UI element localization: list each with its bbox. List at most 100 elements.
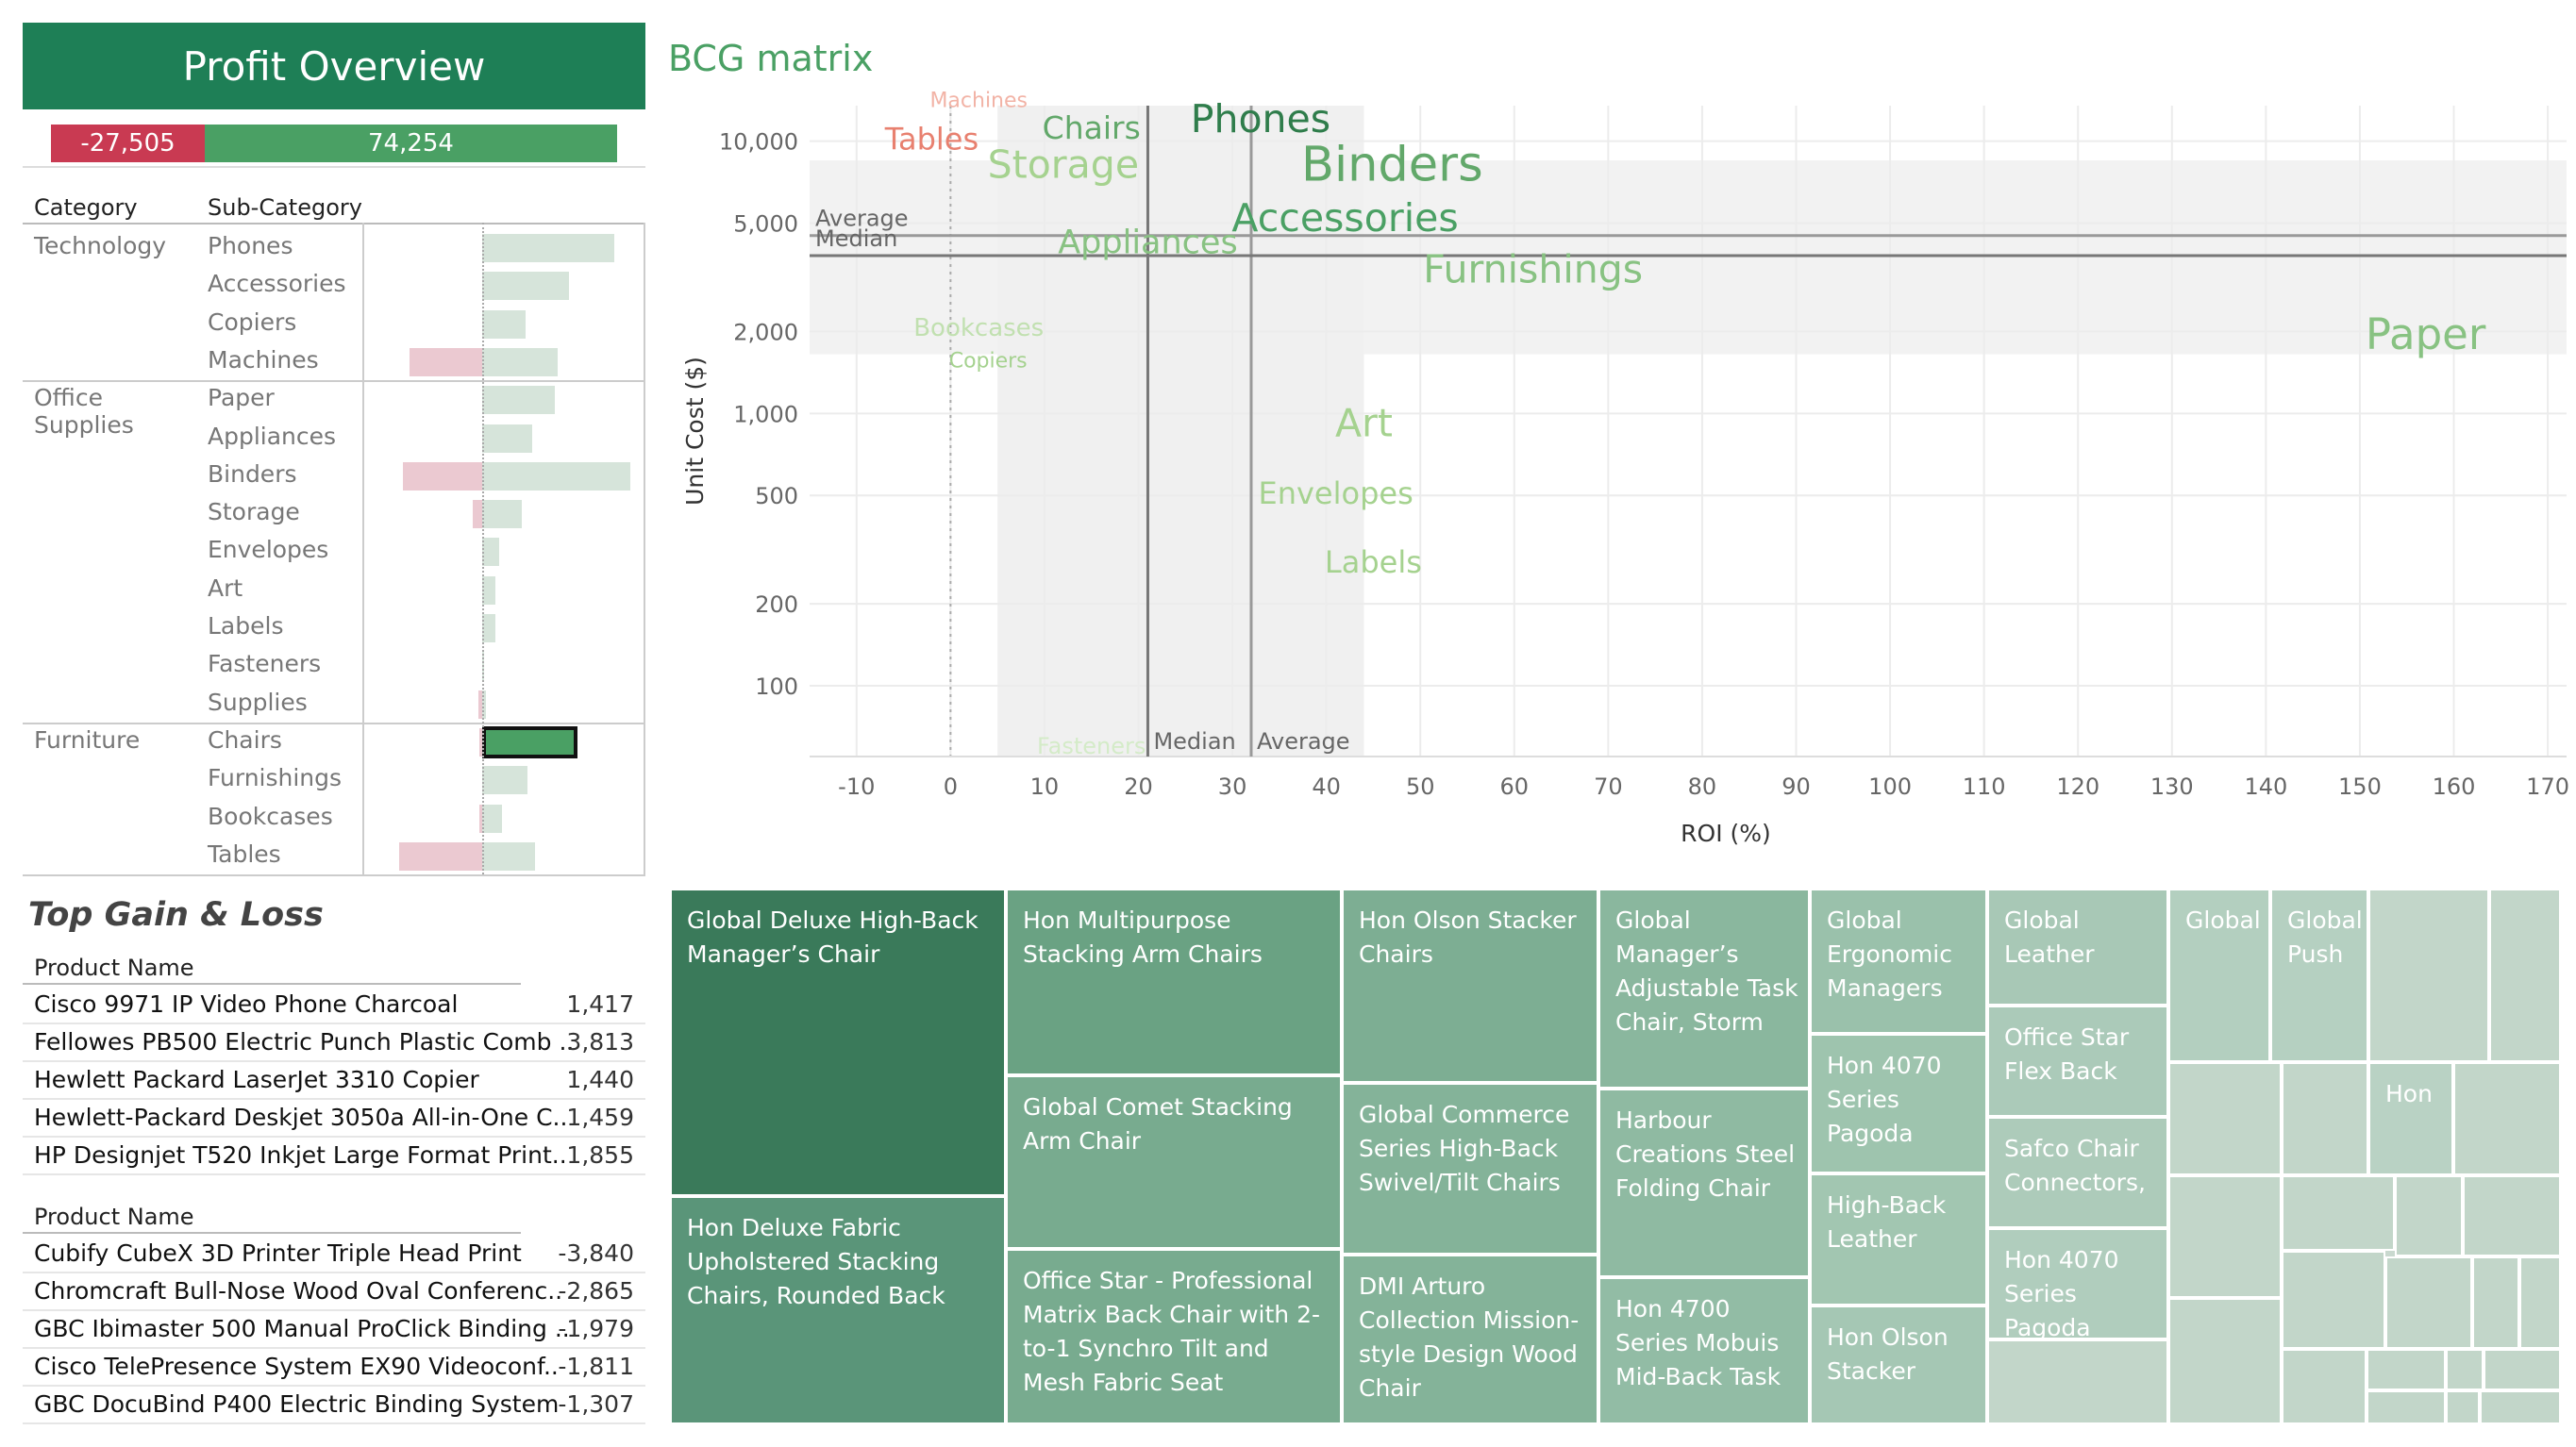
subcategory-label[interactable]: Accessories (208, 270, 346, 297)
treemap-cell[interactable]: Office Star Flex Back (1987, 1006, 2168, 1117)
gain-row[interactable]: Hewlett-Packard Deskjet 3050a All-in-One… (23, 1100, 645, 1138)
treemap-cell[interactable] (2519, 1256, 2561, 1349)
treemap-cell[interactable]: Global Push (2270, 889, 2368, 1062)
total-loss-bar[interactable]: -27,505 (51, 125, 205, 162)
scatter-point-label[interactable]: Labels (1325, 544, 1422, 580)
scatter-point-label[interactable]: Storage (988, 142, 1139, 188)
treemap-cell[interactable]: Global (2168, 889, 2270, 1062)
scatter-point-label[interactable]: Chairs (1043, 109, 1141, 146)
treemap-cell[interactable] (2395, 1175, 2463, 1256)
scatter-point-label[interactable]: Phones (1191, 96, 1330, 141)
treemap-cell[interactable] (2484, 1349, 2561, 1390)
treemap-cell[interactable]: High-Back Leather (1810, 1173, 1987, 1306)
scatter-point-label[interactable]: Copiers (949, 349, 1028, 373)
scatter-point-label[interactable]: Art (1335, 401, 1393, 446)
gain-row[interactable]: Hewlett Packard LaserJet 3310 Copier 1,44… (23, 1062, 645, 1100)
profit-bar[interactable] (482, 500, 522, 529)
treemap-cell[interactable] (2446, 1390, 2480, 1424)
scatter-point-label[interactable]: Tables (884, 122, 979, 158)
profit-bar[interactable] (482, 424, 533, 453)
total-gain-bar[interactable]: 74,254 (205, 125, 617, 162)
loss-row[interactable]: Cisco TelePresence System EX90 Videoconf… (23, 1349, 645, 1387)
subcategory-label[interactable]: Storage (208, 498, 300, 525)
treemap-cell[interactable]: Office Star - Professional Matrix Back C… (1006, 1249, 1342, 1424)
treemap-cell[interactable]: Hon Olson Stacker Chairs (1342, 889, 1598, 1083)
subcategory-label[interactable]: Supplies (208, 689, 308, 716)
subcategory-label[interactable]: Binders (208, 460, 297, 488)
subcategory-label[interactable]: Copiers (208, 308, 296, 336)
treemap-cell[interactable] (2385, 1256, 2472, 1349)
category-label[interactable]: Office Supplies (34, 384, 134, 439)
gain-row[interactable]: HP Designjet T520 Inkjet Large Format Pr… (23, 1138, 645, 1175)
treemap-cell[interactable] (2472, 1256, 2519, 1349)
treemap-cell[interactable]: Hon Multipurpose Stacking Arm Chairs (1006, 889, 1342, 1075)
treemap-cell[interactable]: Hon Olson Stacker (1810, 1306, 1987, 1424)
treemap-cell[interactable] (2489, 889, 2561, 1062)
treemap-cell[interactable] (2168, 1175, 2282, 1298)
treemap-cell[interactable]: Hon 4070 Series Pagoda (1987, 1228, 2168, 1339)
treemap-cell[interactable] (2368, 889, 2489, 1062)
scatter-point-label[interactable]: Fasteners (1037, 733, 1146, 759)
loss-bar[interactable] (403, 461, 482, 491)
subcategory-label[interactable]: Chairs (208, 726, 282, 754)
treemap-cell[interactable] (1987, 1339, 2168, 1424)
treemap-cell[interactable]: Global Leather (1987, 889, 2168, 1006)
subcategory-label[interactable]: Envelopes (208, 536, 328, 563)
treemap-cell[interactable]: Hon 4700 Series Mobuis Mid-Back Task (1598, 1277, 1810, 1424)
treemap-cell[interactable] (2463, 1175, 2561, 1256)
subcategory-label[interactable]: Fasteners (208, 650, 321, 677)
treemap-cell[interactable] (2168, 1062, 2282, 1175)
treemap-cell[interactable]: Harbour Creations Steel Folding Chair (1598, 1089, 1810, 1277)
treemap-cell[interactable] (2282, 1175, 2395, 1251)
treemap-cell[interactable]: Global Comet Stacking Arm Chair (1006, 1075, 1342, 1249)
scatter-point-label[interactable]: Bookcases (913, 314, 1044, 342)
loss-bar[interactable] (410, 347, 482, 376)
scatter-point-label[interactable]: Paper (2366, 309, 2486, 359)
subcategory-label[interactable]: Bookcases (208, 803, 333, 830)
treemap-cell[interactable] (2480, 1390, 2561, 1424)
treemap-cell[interactable] (2367, 1390, 2446, 1424)
scatter-point-label[interactable]: Appliances (1058, 224, 1237, 261)
scatter-point-label[interactable]: Envelopes (1258, 475, 1413, 511)
profit-bar[interactable] (482, 841, 535, 871)
treemap-cell[interactable]: Hon 4070 Series Pagoda (1810, 1034, 1987, 1173)
treemap-cell[interactable]: Global Ergonomic Managers (1810, 889, 1987, 1034)
profit-bar[interactable] (482, 386, 555, 415)
subcategory-label[interactable]: Labels (208, 612, 283, 640)
profit-bar[interactable] (482, 272, 570, 301)
treemap-cell[interactable]: Safco Chair Connectors, (1987, 1117, 2168, 1228)
loss-row[interactable]: GBC DocuBind P400 Electric Binding Syste… (23, 1387, 645, 1424)
treemap-cell[interactable]: Global Manager’s Adjustable Task Chair, … (1598, 889, 1810, 1089)
treemap-cell[interactable]: DMI Arturo Collection Mission-style Desi… (1342, 1255, 1598, 1424)
subcategory-label[interactable]: Appliances (208, 423, 336, 450)
treemap-cell[interactable] (2282, 1251, 2385, 1349)
treemap-cell[interactable]: Hon Deluxe Fabric Upholstered Stacking C… (670, 1196, 1006, 1424)
treemap-cell[interactable] (2282, 1349, 2367, 1424)
treemap-cell[interactable] (2168, 1298, 2282, 1424)
gain-row[interactable]: Fellowes PB500 Electric Punch Plastic Co… (23, 1024, 645, 1062)
profit-bar[interactable] (482, 725, 577, 758)
treemap-cell[interactable]: Global Deluxe High-Back Manager’s Chair (670, 889, 1006, 1196)
profit-bar[interactable] (482, 347, 558, 376)
treemap-cell[interactable]: Global Commerce Series High-Back Swivel/… (1342, 1083, 1598, 1255)
loss-row[interactable]: GBC Ibimaster 500 Manual ProClick Bindin… (23, 1311, 645, 1349)
subcategory-label[interactable]: Phones (208, 232, 293, 259)
scatter-point-label[interactable]: Furnishings (1423, 247, 1643, 292)
scatter-point-label[interactable]: Accessories (1231, 195, 1458, 241)
loss-bar[interactable] (398, 841, 482, 871)
subcategory-label[interactable]: Furnishings (208, 764, 342, 791)
treemap-cell[interactable] (2282, 1062, 2368, 1175)
profit-bar[interactable] (482, 766, 527, 795)
treemap-cell[interactable]: Hon (2368, 1062, 2453, 1175)
profit-bar[interactable] (482, 309, 527, 339)
subcategory-label[interactable]: Art (208, 574, 243, 602)
subcategory-label[interactable]: Tables (208, 840, 281, 868)
loss-bar[interactable] (473, 500, 482, 529)
subcategory-label[interactable]: Paper (208, 384, 275, 411)
category-label[interactable]: Technology (34, 232, 166, 259)
loss-row[interactable]: Cubify CubeX 3D Printer Triple Head Prin… (23, 1236, 645, 1273)
gain-row[interactable]: Cisco 9971 IP Video Phone Charcoal 1,417 (23, 987, 645, 1024)
treemap-cell[interactable] (2446, 1349, 2484, 1390)
profit-bar[interactable] (482, 234, 614, 262)
loss-row[interactable]: Chromcraft Bull-Nose Wood Oval Conferenc… (23, 1273, 645, 1311)
